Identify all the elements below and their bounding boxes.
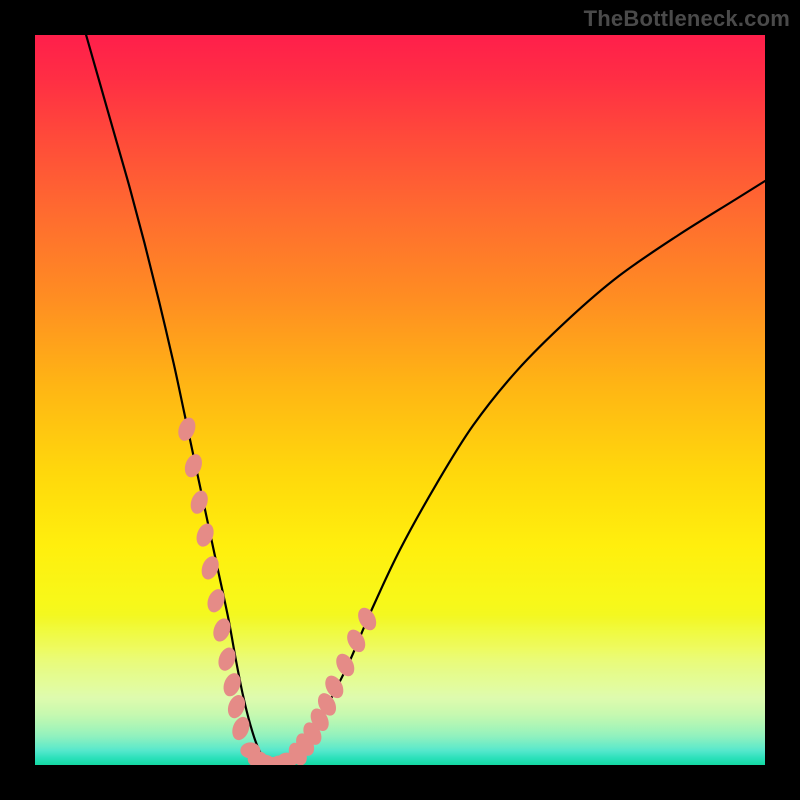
bottleneck-curve <box>86 35 765 765</box>
curve-marker <box>344 627 369 656</box>
watermark-text: TheBottleneck.com <box>584 6 790 32</box>
curve-marker <box>188 488 211 516</box>
curve-marker <box>210 616 233 644</box>
curve-marker <box>225 693 248 721</box>
chart-frame: TheBottleneck.com <box>0 0 800 800</box>
curve-marker <box>175 415 198 443</box>
plot-area <box>35 35 765 765</box>
curve-marker <box>204 587 227 615</box>
chart-svg <box>35 35 765 765</box>
curve-marker <box>333 651 358 680</box>
curve-marker <box>199 554 222 582</box>
curve-marker <box>220 671 243 699</box>
curve-marker <box>182 452 205 480</box>
curve-marker <box>354 605 379 634</box>
curve-marker <box>215 645 238 673</box>
